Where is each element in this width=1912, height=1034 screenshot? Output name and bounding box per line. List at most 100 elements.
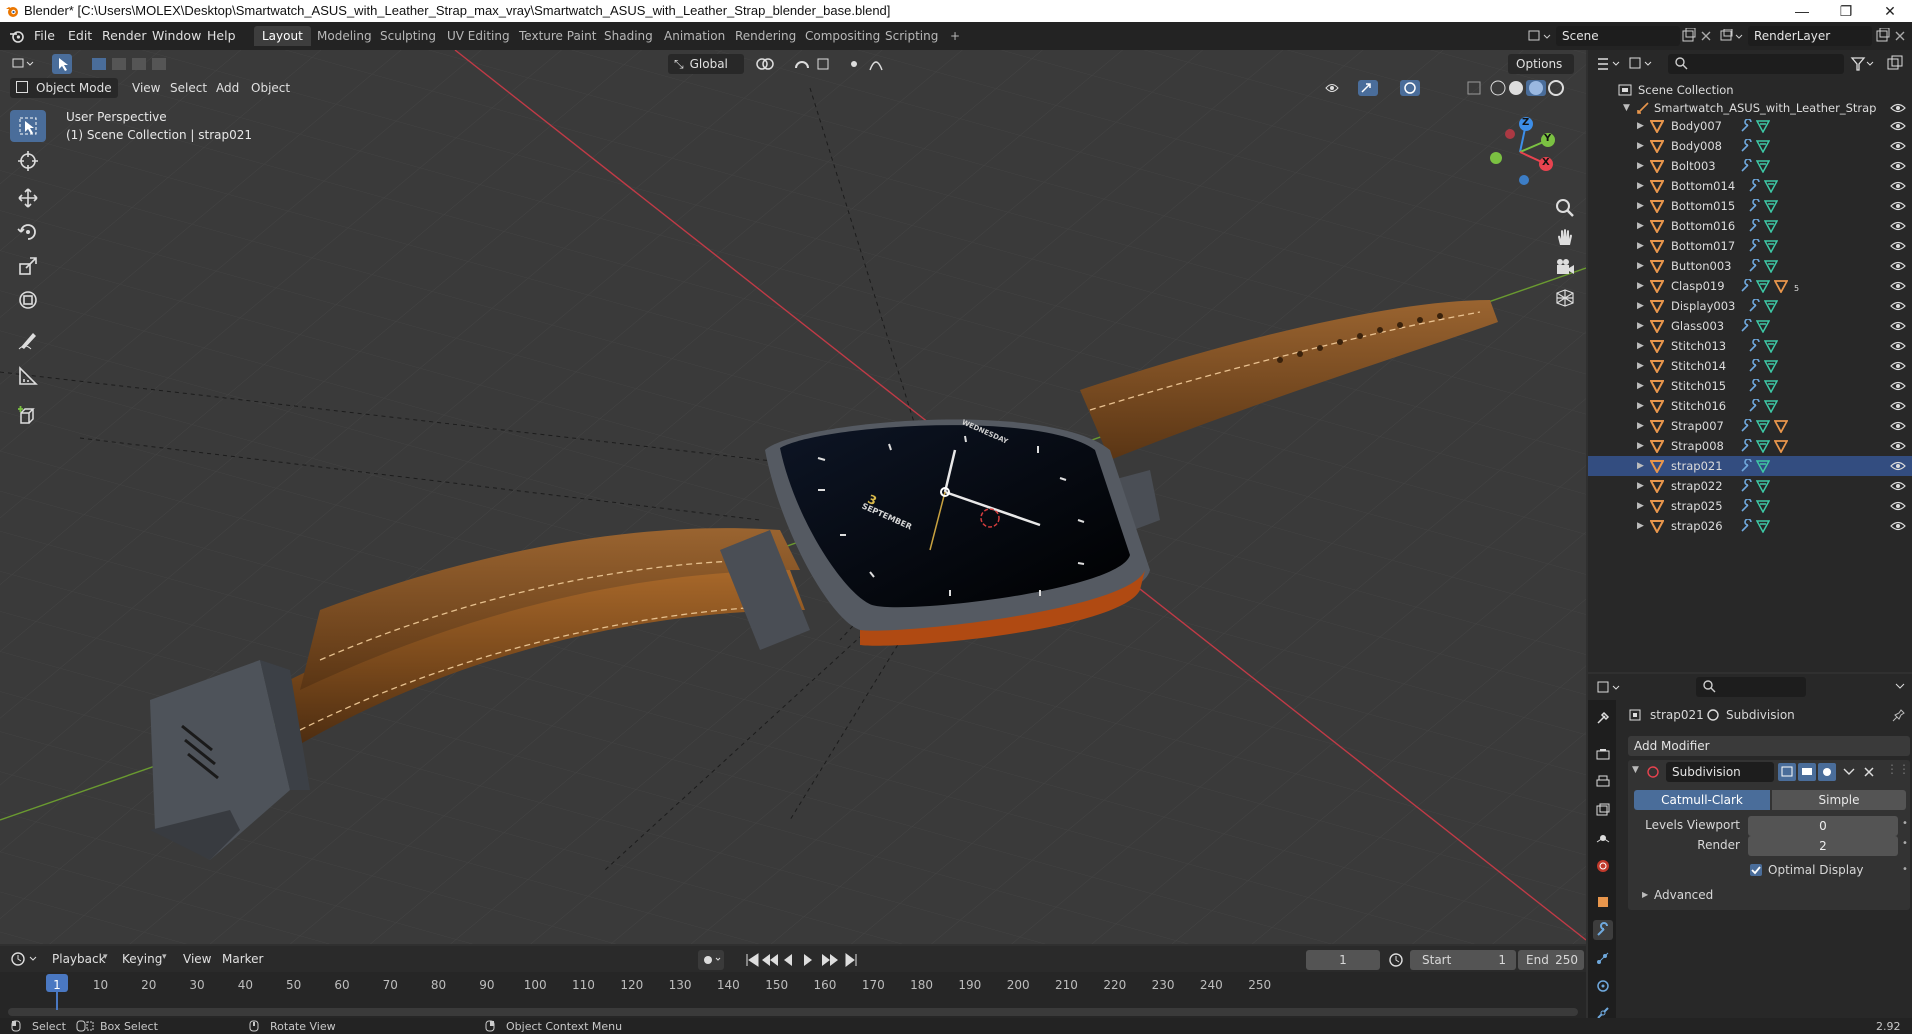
- object-properties-tab[interactable]: [1593, 892, 1613, 912]
- tool-transform[interactable]: [10, 284, 46, 316]
- current-frame-field[interactable]: 1: [1306, 950, 1380, 970]
- expand-arrow-icon[interactable]: ▶: [1637, 216, 1644, 236]
- modifier-wrench-icon[interactable]: [1748, 259, 1762, 273]
- camera-view-icon[interactable]: [1552, 255, 1578, 281]
- outliner-object-row[interactable]: ▶ Stitch015: [1588, 376, 1912, 396]
- mesh-data-icon[interactable]: [1756, 419, 1770, 433]
- mesh-data-icon[interactable]: [1764, 259, 1778, 273]
- material-icon[interactable]: [1774, 279, 1788, 293]
- timeline-menu-marker[interactable]: Marker: [222, 952, 263, 966]
- eye-icon[interactable]: [1890, 420, 1906, 432]
- modifier-wrench-icon[interactable]: [1740, 139, 1754, 153]
- expand-arrow-icon[interactable]: ▶: [1637, 476, 1644, 496]
- tool-cursor[interactable]: [10, 145, 46, 177]
- tool-rotate[interactable]: [10, 216, 46, 248]
- expand-arrow-icon[interactable]: ▶: [1637, 156, 1644, 176]
- outliner-object-row[interactable]: ▶ Body008: [1588, 136, 1912, 156]
- keyframe-dot-icon[interactable]: •: [1902, 838, 1908, 849]
- tab-layout[interactable]: Layout: [254, 26, 311, 46]
- particles-properties-tab[interactable]: [1593, 948, 1613, 968]
- expand-arrow-icon[interactable]: ▶: [1637, 456, 1644, 476]
- advanced-subpanel-label[interactable]: Advanced: [1654, 888, 1713, 902]
- modifier-wrench-icon[interactable]: [1740, 279, 1754, 293]
- mesh-data-icon[interactable]: [1756, 499, 1770, 513]
- transform-orientation-dropdown[interactable]: ⤡ Global: [668, 54, 744, 74]
- tab-sculpting[interactable]: Sculpting: [372, 26, 444, 46]
- modifier-wrench-icon[interactable]: [1740, 519, 1754, 533]
- modifier-wrench-icon[interactable]: [1748, 239, 1762, 253]
- mesh-data-icon[interactable]: [1756, 119, 1770, 133]
- keyframe-dot-icon[interactable]: •: [1902, 818, 1908, 829]
- start-frame-field[interactable]: Start 1: [1410, 950, 1516, 970]
- eye-icon[interactable]: [1890, 380, 1906, 392]
- minimize-button[interactable]: —: [1780, 0, 1824, 22]
- mesh-data-icon[interactable]: [1764, 359, 1778, 373]
- expand-arrow-icon[interactable]: ▶: [1637, 256, 1644, 276]
- mesh-data-icon[interactable]: [1756, 319, 1770, 333]
- eye-icon[interactable]: [1890, 102, 1906, 114]
- viewport-shading-controls[interactable]: [1318, 78, 1578, 98]
- mesh-data-icon[interactable]: [1756, 479, 1770, 493]
- menu-help[interactable]: Help: [207, 28, 236, 43]
- outliner-scene-collection[interactable]: Scene Collection: [1588, 80, 1912, 100]
- view-layer-field[interactable]: RenderLayer: [1748, 26, 1872, 46]
- new-collection-icon[interactable]: [1886, 55, 1906, 73]
- modifier-wrench-icon[interactable]: [1740, 479, 1754, 493]
- ortho-grid-icon[interactable]: [1552, 285, 1578, 311]
- delete-view-layer-icon[interactable]: [1894, 30, 1906, 42]
- outliner-object-row[interactable]: ▶ Strap008: [1588, 436, 1912, 456]
- mesh-data-icon[interactable]: [1756, 459, 1770, 473]
- modifier-wrench-icon[interactable]: [1748, 359, 1762, 373]
- physics-properties-tab[interactable]: [1593, 976, 1613, 996]
- display-mode-icon[interactable]: [1628, 55, 1656, 73]
- auto-keying-button[interactable]: [698, 950, 724, 970]
- mesh-data-icon[interactable]: [1764, 299, 1778, 313]
- outliner-object-row[interactable]: ▶ strap022: [1588, 476, 1912, 496]
- properties-options-icon[interactable]: [1894, 680, 1906, 692]
- mesh-data-icon[interactable]: [1756, 439, 1770, 453]
- outliner-object-row[interactable]: ▶ Bottom014: [1588, 176, 1912, 196]
- mesh-data-icon[interactable]: [1764, 379, 1778, 393]
- timeline-menu-view[interactable]: View: [183, 952, 211, 966]
- tool-annotate[interactable]: [10, 324, 46, 356]
- outliner-collection-row[interactable]: ▼ Smartwatch_ASUS_with_Leather_Strap: [1588, 98, 1912, 118]
- add-workspace-button[interactable]: +: [942, 26, 968, 46]
- selection-mode-icons[interactable]: [90, 54, 180, 74]
- new-scene-icon[interactable]: [1680, 28, 1696, 44]
- output-properties-tab[interactable]: [1593, 772, 1613, 792]
- tab-modeling[interactable]: Modeling: [309, 26, 380, 46]
- tab-scripting[interactable]: Scripting: [877, 26, 946, 46]
- world-properties-tab[interactable]: [1593, 856, 1613, 876]
- modifier-drag-handle[interactable]: ⋮⋮: [1886, 762, 1910, 776]
- eye-icon[interactable]: [1890, 520, 1906, 532]
- eye-icon[interactable]: [1890, 160, 1906, 172]
- modifier-properties-tab[interactable]: [1593, 920, 1613, 940]
- scene-name-field[interactable]: Scene: [1556, 26, 1680, 46]
- eye-icon[interactable]: [1890, 320, 1906, 332]
- playback-controls[interactable]: [744, 950, 864, 970]
- outliner-object-row[interactable]: ▶ Bolt003: [1588, 156, 1912, 176]
- add-modifier-dropdown[interactable]: Add Modifier: [1628, 736, 1910, 756]
- eye-icon[interactable]: [1890, 200, 1906, 212]
- eye-icon[interactable]: [1890, 400, 1906, 412]
- modifier-wrench-icon[interactable]: [1740, 459, 1754, 473]
- tool-scale[interactable]: [10, 250, 46, 282]
- new-view-layer-icon[interactable]: [1874, 28, 1890, 44]
- expand-arrow-icon[interactable]: ▶: [1637, 316, 1644, 336]
- eye-icon[interactable]: [1890, 480, 1906, 492]
- modifier-wrench-icon[interactable]: [1748, 399, 1762, 413]
- outliner-object-row[interactable]: ▶ strap026: [1588, 516, 1912, 536]
- render-levels-field[interactable]: 2: [1748, 836, 1898, 856]
- timeline-menu-keying[interactable]: Keying: [122, 952, 162, 966]
- menu-window[interactable]: Window: [152, 28, 201, 43]
- modifier-collapse-arrow[interactable]: ▼: [1632, 765, 1639, 775]
- outliner-search-input[interactable]: [1668, 54, 1844, 74]
- modifier-wrench-icon[interactable]: [1748, 199, 1762, 213]
- blender-menu-icon[interactable]: [9, 29, 25, 43]
- timeline-editor-type-icon[interactable]: [10, 950, 40, 968]
- tab-animation[interactable]: Animation: [656, 26, 733, 46]
- navigation-gizmo[interactable]: [1482, 114, 1558, 190]
- editor-type-button[interactable]: [10, 54, 38, 74]
- simple-button[interactable]: Simple: [1772, 790, 1906, 810]
- outliner-editor-type-icon[interactable]: [1596, 55, 1624, 73]
